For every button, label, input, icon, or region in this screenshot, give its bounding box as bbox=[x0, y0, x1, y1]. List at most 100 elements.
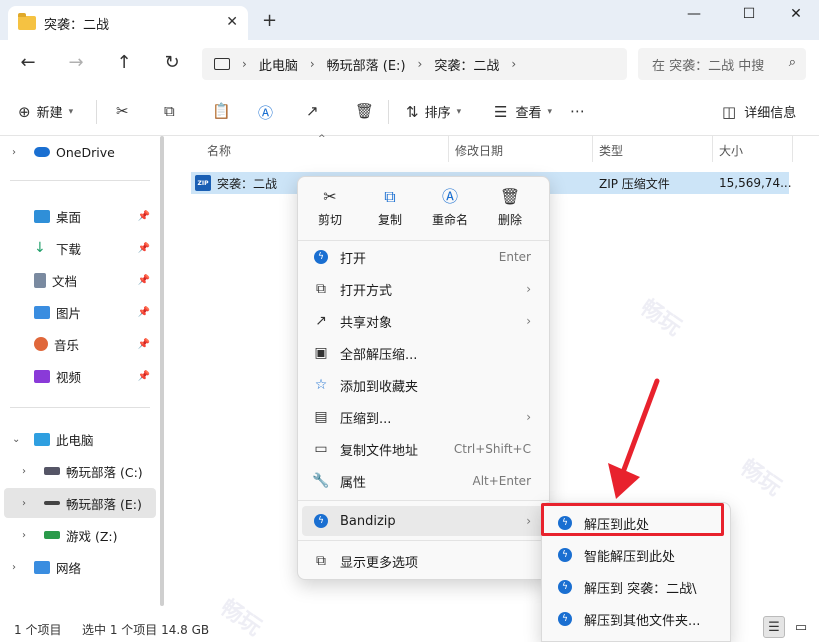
close-button[interactable]: ✕ bbox=[778, 6, 814, 26]
menu-item-open-with[interactable]: ⧉ 打开方式 › bbox=[302, 274, 545, 304]
view-button[interactable]: ☰ 查看 ▾ bbox=[494, 102, 552, 122]
sidebar-item-pictures[interactable]: 图片 📌 bbox=[4, 297, 156, 327]
menu-item-share[interactable]: ↗ 共享对象 › bbox=[302, 306, 545, 336]
folder-icon bbox=[18, 13, 36, 30]
menu-rename-button[interactable]: Ⓐ 重命名 bbox=[422, 187, 478, 228]
sidebar-item-this-pc[interactable]: ⌄ 此电脑 bbox=[4, 424, 156, 454]
column-header-name[interactable]: 名称 bbox=[207, 142, 231, 159]
download-icon: ↓ bbox=[34, 239, 46, 256]
share-icon[interactable]: ↗ bbox=[306, 102, 319, 120]
back-button[interactable]: ← bbox=[16, 53, 40, 73]
sidebar-item-label: 桌面 bbox=[56, 209, 82, 225]
sidebar-item-onedrive[interactable]: › OneDrive bbox=[4, 137, 156, 167]
more-icon[interactable]: ⋯ bbox=[570, 102, 585, 120]
menu-item-add-favorites[interactable]: ☆ 添加到收藏夹 bbox=[302, 370, 545, 400]
address-bar[interactable]: › 此电脑 › 畅玩部落 (E:) › 突袭：二战 › bbox=[202, 48, 627, 80]
drive-icon bbox=[44, 531, 60, 539]
menu-item-extract-all[interactable]: ▣ 全部解压缩... bbox=[302, 338, 545, 368]
chevron-down-icon[interactable]: ⌄ bbox=[12, 434, 20, 445]
sidebar-item-drive-c[interactable]: › 畅玩部落 (C:) bbox=[4, 456, 156, 486]
chevron-right-icon[interactable]: › bbox=[22, 498, 26, 509]
sidebar-item-drive-z[interactable]: › 游戏 (Z:) bbox=[4, 520, 156, 550]
bandizip-icon: ϟ bbox=[314, 514, 328, 528]
copy-icon[interactable]: ⧉ bbox=[164, 102, 175, 120]
sort-up-icon: ^ bbox=[318, 134, 326, 144]
minimize-button[interactable]: — bbox=[676, 6, 712, 26]
details-view-icon[interactable]: ☰ bbox=[763, 616, 785, 638]
breadcrumb-this-pc[interactable]: 此电脑 bbox=[259, 55, 298, 74]
sidebar-item-network[interactable]: › 网络 bbox=[4, 552, 156, 582]
view-list-icon: ☰ bbox=[494, 102, 508, 121]
search-input[interactable]: 在 突袭：二战 中搜 ⌕ bbox=[638, 48, 806, 80]
menu-cut-button[interactable]: ✂ 剪切 bbox=[302, 187, 358, 228]
details-label: 详细信息 bbox=[744, 106, 797, 121]
column-header-size[interactable]: 大小 bbox=[719, 142, 743, 159]
rename-icon[interactable]: Ⓐ bbox=[258, 102, 273, 123]
chevron-right-icon[interactable]: › bbox=[12, 562, 16, 573]
computer-icon bbox=[34, 432, 50, 446]
pictures-icon bbox=[34, 305, 50, 319]
column-divider[interactable] bbox=[592, 136, 593, 162]
menu-item-open[interactable]: ϟ 打开 Enter bbox=[302, 242, 545, 272]
menu-item-label: 添加到收藏夹 bbox=[340, 379, 419, 395]
submenu-smart-extract[interactable]: ϟ 智能解压到此处 bbox=[546, 540, 726, 570]
sidebar-scrollbar[interactable] bbox=[160, 136, 164, 606]
column-divider[interactable] bbox=[712, 136, 713, 162]
details-button[interactable]: ◫ 详细信息 bbox=[722, 102, 797, 122]
forward-button[interactable]: → bbox=[64, 53, 88, 73]
chevron-right-icon[interactable]: › bbox=[12, 147, 16, 158]
cut-icon[interactable]: ✂ bbox=[116, 102, 129, 120]
cloud-icon bbox=[34, 147, 50, 157]
pin-icon: 📌 bbox=[137, 274, 150, 286]
menu-item-more-options[interactable]: ⧉ 显示更多选项 bbox=[302, 546, 545, 576]
wrench-icon: 🔧 bbox=[312, 473, 330, 489]
sidebar-item-videos[interactable]: 视频 📌 bbox=[4, 361, 156, 391]
bandizip-icon: ϟ bbox=[314, 250, 328, 264]
menu-item-compress[interactable]: ▤ 压缩到... › bbox=[302, 402, 545, 432]
sidebar-item-label: 图片 bbox=[56, 305, 82, 321]
delete-icon[interactable]: 🗑 bbox=[355, 102, 374, 120]
sort-button[interactable]: ⇅ 排序 ▾ bbox=[406, 102, 461, 122]
tiles-view-icon[interactable]: ▭ bbox=[790, 616, 812, 638]
sidebar-item-desktop[interactable]: 桌面 📌 bbox=[4, 201, 156, 231]
share-icon: ↗ bbox=[315, 313, 327, 329]
breadcrumb-folder[interactable]: 突袭：二战 bbox=[434, 55, 499, 74]
column-divider[interactable] bbox=[448, 136, 449, 162]
sidebar-divider bbox=[10, 180, 150, 181]
column-divider[interactable] bbox=[792, 136, 793, 162]
submenu-extract-to-folder[interactable]: ϟ 解压到 突袭：二战\ bbox=[546, 572, 726, 602]
menu-item-properties[interactable]: 🔧 属性 Alt+Enter bbox=[302, 466, 545, 496]
navigation-bar: ← → ↑ ↻ › 此电脑 › 畅玩部落 (E:) › 突袭：二战 › 在 突袭… bbox=[0, 40, 819, 88]
chevron-right-icon[interactable]: › bbox=[22, 530, 26, 541]
paste-icon[interactable]: 📋 bbox=[212, 102, 231, 120]
context-menu: ✂ 剪切 ⧉ 复制 Ⓐ 重命名 🗑 删除 ϟ 打开 Enter ⧉ 打开方式 ›… bbox=[297, 176, 550, 580]
tab-current[interactable]: 突袭：二战 ✕ bbox=[8, 6, 248, 40]
breadcrumb-separator-icon[interactable]: › bbox=[511, 57, 516, 71]
sidebar-item-downloads[interactable]: ↓ 下载 📌 bbox=[4, 233, 156, 263]
new-button[interactable]: ⊕ 新建 ▾ bbox=[18, 102, 73, 122]
column-header-modified[interactable]: 修改日期 bbox=[455, 142, 503, 159]
column-header-type[interactable]: 类型 bbox=[599, 142, 623, 159]
breadcrumb-drive-e[interactable]: 畅玩部落 (E:) bbox=[327, 55, 406, 74]
submenu-extract-other[interactable]: ϟ 解压到其他文件夹... bbox=[546, 604, 726, 634]
computer-icon bbox=[214, 58, 230, 70]
new-tab-button[interactable]: + bbox=[262, 12, 277, 30]
up-button[interactable]: ↑ bbox=[112, 53, 136, 73]
more-options-icon: ⧉ bbox=[316, 553, 326, 569]
sidebar-item-drive-e[interactable]: › 畅玩部落 (E:) bbox=[4, 488, 156, 518]
sidebar-item-documents[interactable]: 文档 📌 bbox=[4, 265, 156, 295]
maximize-button[interactable]: ☐ bbox=[731, 6, 767, 26]
menu-item-bandizip[interactable]: ϟ Bandizip › bbox=[302, 506, 545, 536]
annotation-arrow bbox=[608, 378, 660, 499]
menu-copy-button[interactable]: ⧉ 复制 bbox=[362, 187, 418, 228]
menu-delete-button[interactable]: 🗑 删除 bbox=[482, 187, 538, 228]
tab-close-icon[interactable]: ✕ bbox=[226, 14, 238, 30]
chevron-right-icon[interactable]: › bbox=[22, 466, 26, 477]
menu-item-shortcut: Enter bbox=[498, 250, 531, 264]
copy-icon: ⧉ bbox=[384, 187, 396, 206]
menu-item-copy-path[interactable]: ▭ 复制文件地址 Ctrl+Shift+C bbox=[302, 434, 545, 464]
chevron-right-icon: › bbox=[526, 282, 531, 296]
sidebar-item-music[interactable]: 音乐 📌 bbox=[4, 329, 156, 359]
refresh-button[interactable]: ↻ bbox=[160, 53, 184, 73]
toolbar-divider bbox=[388, 100, 389, 124]
